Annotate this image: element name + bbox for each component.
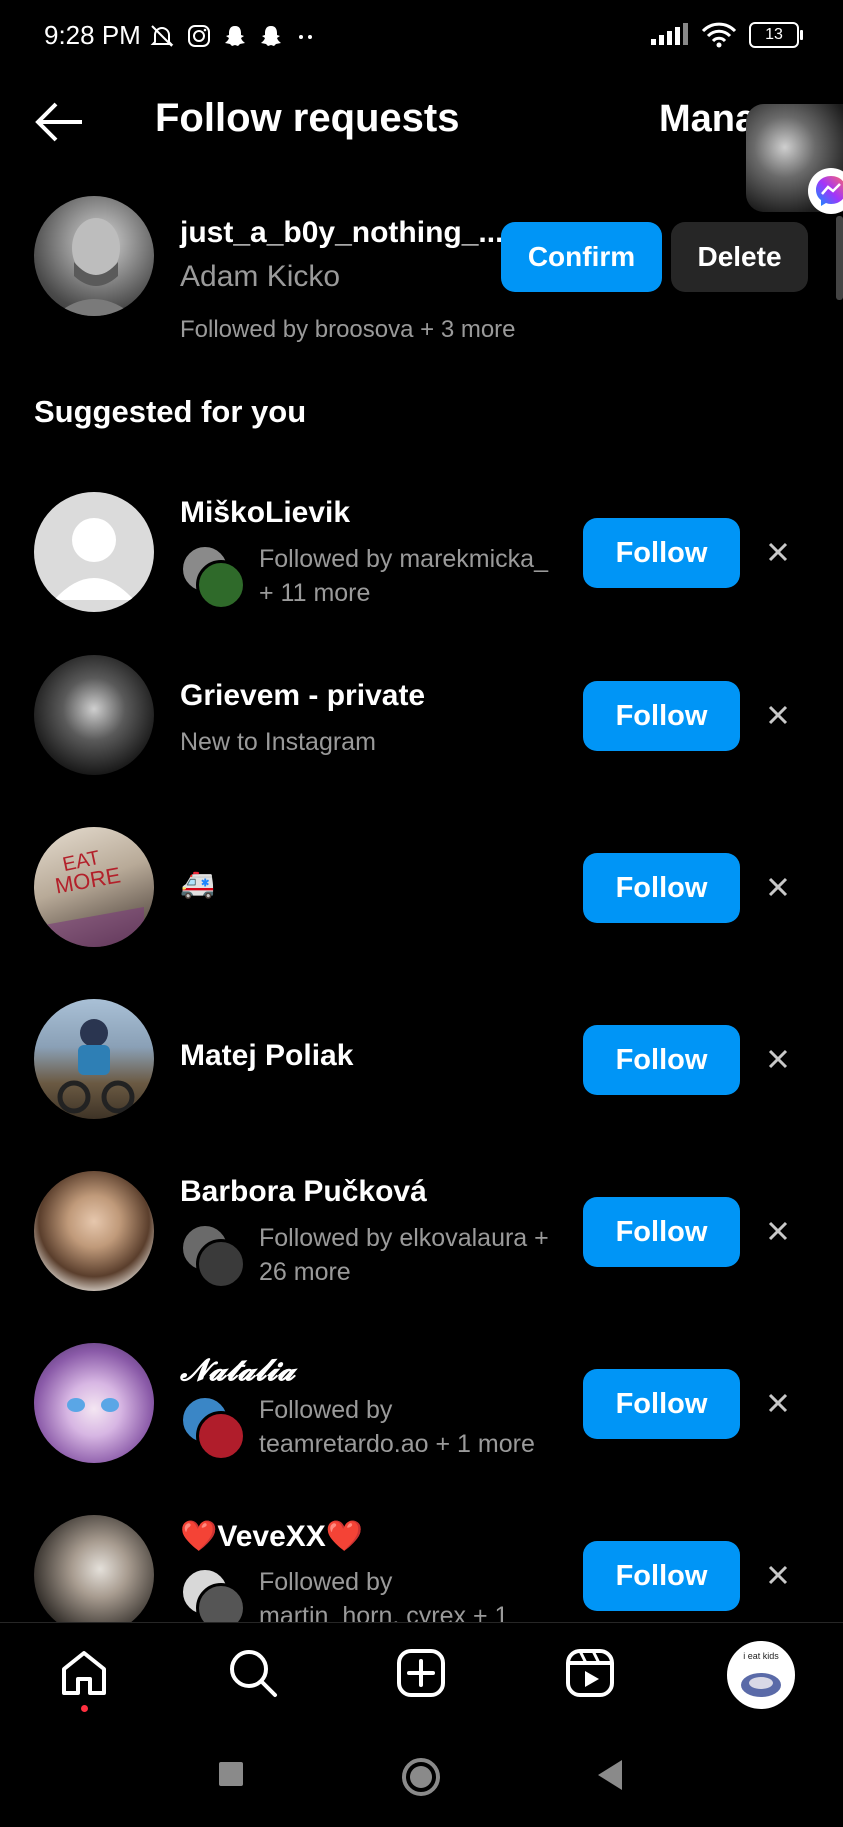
avatar[interactable]: [34, 655, 154, 775]
close-icon[interactable]: [762, 1387, 794, 1419]
manage-button[interactable]: Mana: [659, 98, 756, 141]
close-icon[interactable]: [762, 871, 794, 903]
request-mutual-followers: Followed by broosova + 3 more: [180, 316, 516, 343]
page-title: Follow requests: [155, 96, 460, 140]
suggestion-name[interactable]: 𝓝𝓪𝓽𝓪𝓵𝓲𝓪: [180, 1353, 295, 1388]
instagram-icon: [188, 25, 210, 47]
close-icon[interactable]: [762, 699, 794, 731]
snapchat-icon: [225, 26, 245, 46]
graffiti-photo: EAT MORE: [44, 847, 144, 947]
close-icon[interactable]: [762, 1043, 794, 1075]
mutual-avatars: [180, 1567, 246, 1622]
avatar[interactable]: [34, 492, 154, 612]
search-icon[interactable]: [225, 1645, 281, 1701]
suggestion-subtitle-line: 26 more: [259, 1258, 351, 1286]
motocross-photo: [57, 1019, 135, 1114]
mutual-avatars: [180, 1223, 246, 1289]
home-icon[interactable]: [56, 1645, 112, 1701]
suggestion-name[interactable]: Barbora Pučková: [180, 1175, 427, 1209]
suggestion-subtitle-line: martin_horn, cyrex + 1: [259, 1602, 509, 1622]
battery-indicator: 13: [749, 22, 803, 48]
profile-avatar-caption: i eat kids: [743, 1651, 779, 1661]
mutual-avatar: [196, 1239, 246, 1289]
mute-bell-icon: [150, 25, 174, 47]
close-icon[interactable]: [762, 1559, 794, 1591]
suggestion-name[interactable]: MiškoLievik: [180, 496, 350, 530]
suggestion-subtitle: Followed by marekmicka_ + 11 more: [259, 542, 559, 610]
page-header: Follow requests Mana: [0, 76, 843, 166]
suggestion-subtitle: Followed by elkovalaura + 26 more: [259, 1221, 559, 1289]
avatar[interactable]: [34, 999, 154, 1119]
suggestion-subtitle-line: + 11 more: [259, 579, 371, 607]
mutual-avatars: [180, 544, 246, 610]
suggestion-subtitle: Followed by teamretardo.ao + 1 more: [259, 1393, 559, 1461]
wifi-icon: [701, 22, 737, 48]
follow-button[interactable]: Follow: [583, 518, 740, 588]
notification-dot: [81, 1705, 88, 1712]
snapchat-icon: [261, 26, 281, 46]
status-bar: 9:28 PM 13: [0, 0, 843, 76]
follow-request-row: just_a_b0y_nothing_... Adam Kicko Follow…: [0, 196, 843, 356]
back-button-icon[interactable]: [596, 1758, 626, 1792]
suggestion-name[interactable]: 🚑: [180, 867, 215, 900]
profile-avatar[interactable]: i eat kids: [727, 1641, 795, 1709]
avatar[interactable]: [34, 1515, 154, 1622]
avatar[interactable]: [34, 1171, 154, 1291]
delete-button[interactable]: Delete: [671, 222, 808, 292]
anime-avatar-photo: [67, 1398, 119, 1412]
mutual-avatar: [196, 1411, 246, 1461]
system-navigation-bar: [0, 1726, 843, 1827]
suggestion-row: MiškoLievik Followed by marekmicka_ + 11…: [0, 492, 843, 632]
mutual-avatar: [196, 1583, 246, 1622]
suggestion-subtitle-line: teamretardo.ao + 1 more: [259, 1430, 535, 1458]
suggestion-name[interactable]: ❤️VeveXX❤️: [180, 1519, 363, 1554]
reels-icon[interactable]: [562, 1645, 618, 1701]
confirm-button[interactable]: Confirm: [501, 222, 662, 292]
create-post-icon[interactable]: [393, 1645, 449, 1701]
follow-button[interactable]: Follow: [583, 853, 740, 923]
follow-button[interactable]: Follow: [583, 1197, 740, 1267]
request-full-name: Adam Kicko: [180, 260, 341, 293]
back-arrow-icon[interactable]: [34, 100, 86, 144]
suggestion-row: ❤️VeveXX❤️ Followed by martin_horn, cyre…: [0, 1515, 843, 1622]
mutual-avatar: [196, 560, 246, 610]
avatar[interactable]: EAT MORE: [34, 827, 154, 947]
signal-icon: [651, 23, 688, 45]
suggestion-subtitle-line: Followed by elkovalaura +: [259, 1224, 549, 1252]
more-dots-icon: [299, 35, 312, 39]
suggestion-name[interactable]: Matej Poliak: [180, 1039, 353, 1073]
close-icon[interactable]: [762, 1215, 794, 1247]
suggestion-row: 𝓝𝓪𝓽𝓪𝓵𝓲𝓪 Followed by teamretardo.ao + 1 m…: [0, 1343, 843, 1483]
status-time: 9:28 PM: [44, 20, 141, 50]
suggestion-row: Matej Poliak Follow: [0, 999, 843, 1139]
suggestion-subtitle-line: Followed by: [259, 1396, 393, 1424]
follow-button[interactable]: Follow: [583, 1541, 740, 1611]
home-button-icon[interactable]: [400, 1756, 442, 1798]
avatar[interactable]: [34, 1343, 154, 1463]
suggestion-row: Grievem - private New to Instagram Follo…: [0, 655, 843, 795]
suggested-section-title: Suggested for you: [34, 394, 307, 429]
avatar-photo: [54, 218, 134, 316]
status-right-icons: 13: [649, 22, 803, 48]
suggestion-subtitle-line: Followed by marekmicka_: [259, 545, 548, 573]
suggestion-name[interactable]: Grievem - private: [180, 679, 425, 713]
follow-button[interactable]: Follow: [583, 1025, 740, 1095]
follow-button[interactable]: Follow: [583, 1369, 740, 1439]
suggestion-row: Barbora Pučková Followed by elkovalaura …: [0, 1171, 843, 1311]
suggestion-subtitle: New to Instagram: [180, 728, 376, 756]
scrollbar[interactable]: [836, 216, 843, 300]
close-icon[interactable]: [762, 536, 794, 568]
bottom-navigation: i eat kids: [0, 1622, 843, 1727]
suggestion-subtitle: Followed by martin_horn, cyrex + 1: [259, 1565, 559, 1622]
avatar[interactable]: [34, 196, 154, 316]
request-username[interactable]: just_a_b0y_nothing_...: [180, 216, 503, 250]
mutual-avatars: [180, 1395, 246, 1461]
follow-button[interactable]: Follow: [583, 681, 740, 751]
suggestion-subtitle-line: Followed by: [259, 1568, 393, 1596]
recent-apps-icon[interactable]: [217, 1760, 245, 1788]
suggestion-row: EAT MORE 🚑 Follow: [0, 827, 843, 967]
status-notification-icons: [148, 22, 318, 50]
default-avatar-icon: [54, 518, 134, 600]
